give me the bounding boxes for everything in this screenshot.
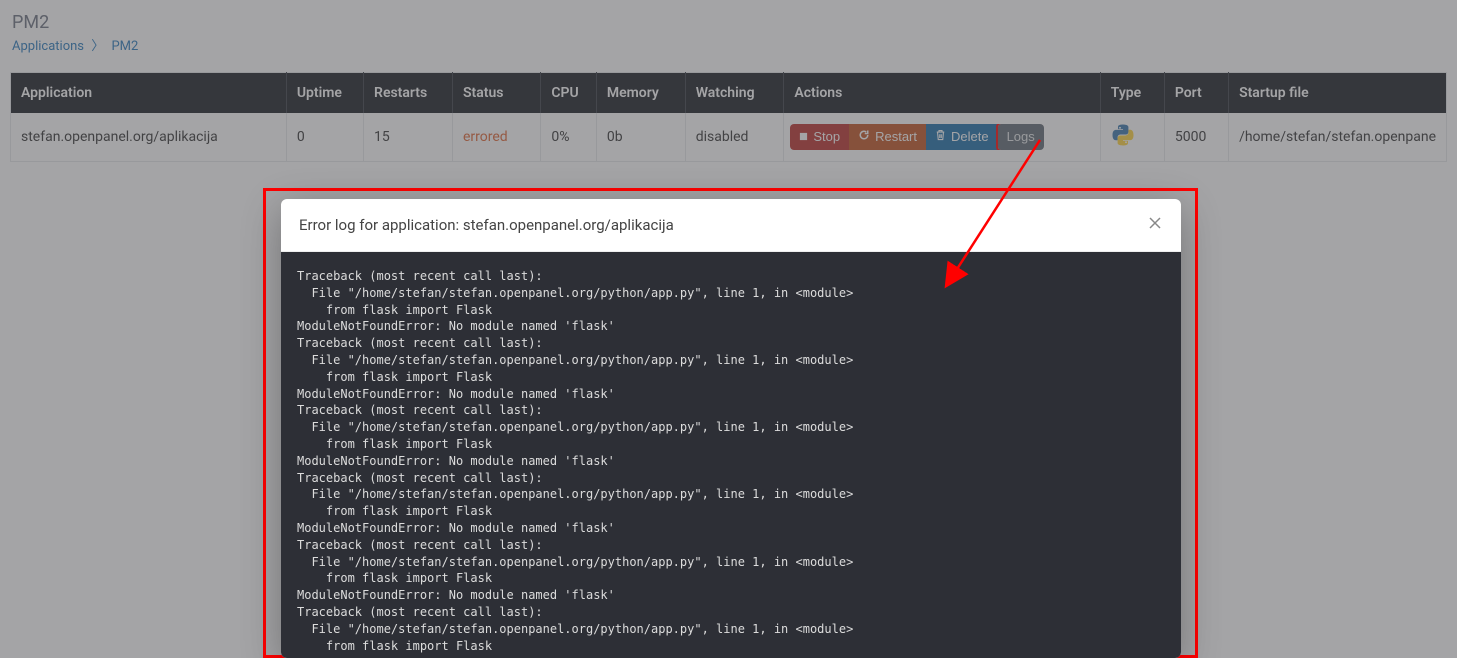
cell-application: stefan.openpanel.org/aplikacija — [11, 113, 287, 162]
page-title: PM2 — [12, 12, 1445, 33]
cell-uptime: 0 — [286, 113, 363, 162]
error-log-modal: Error log for application: stefan.openpa… — [281, 199, 1181, 658]
restart-button[interactable]: Restart — [849, 124, 926, 150]
cell-status: errored — [452, 113, 540, 162]
cell-watching: disabled — [685, 113, 784, 162]
cell-memory: 0b — [596, 113, 685, 162]
col-restarts: Restarts — [364, 73, 453, 114]
col-application: Application — [11, 73, 287, 114]
col-actions: Actions — [784, 73, 1100, 114]
applications-table: Application Uptime Restarts Status CPU M… — [10, 72, 1447, 162]
restart-label: Restart — [875, 128, 917, 146]
stop-button[interactable]: Stop — [790, 124, 849, 150]
cell-startup: /home/stefan/stefan.openpane — [1229, 113, 1447, 162]
modal-title: Error log for application: stefan.openpa… — [299, 216, 674, 234]
col-startup: Startup file — [1229, 73, 1447, 114]
stop-label: Stop — [813, 128, 840, 146]
delete-button[interactable]: Delete — [926, 124, 998, 150]
logs-button[interactable]: Logs — [998, 124, 1044, 150]
python-icon — [1111, 123, 1135, 147]
cell-type — [1100, 113, 1164, 162]
breadcrumb: Applications 〉 PM2 — [12, 35, 1445, 54]
modal-header: Error log for application: stefan.openpa… — [281, 199, 1181, 252]
col-type: Type — [1100, 73, 1164, 114]
table-header-row: Application Uptime Restarts Status CPU M… — [11, 73, 1447, 114]
col-uptime: Uptime — [286, 73, 363, 114]
col-cpu: CPU — [541, 73, 596, 114]
delete-label: Delete — [951, 128, 989, 146]
modal-close-button[interactable] — [1147, 215, 1163, 235]
col-status: Status — [452, 73, 540, 114]
logs-label: Logs — [1007, 128, 1035, 146]
trash-icon — [935, 128, 946, 146]
restart-icon — [858, 128, 870, 146]
breadcrumb-root[interactable]: Applications — [12, 39, 84, 54]
cell-cpu: 0% — [541, 113, 596, 162]
col-watching: Watching — [685, 73, 784, 114]
stop-icon — [799, 128, 808, 146]
cell-port: 5000 — [1164, 113, 1228, 162]
cell-restarts: 15 — [364, 113, 453, 162]
breadcrumb-current[interactable]: PM2 — [111, 39, 138, 54]
modal-log-body: Traceback (most recent call last): File … — [281, 252, 1181, 658]
breadcrumb-separator-icon: 〉 — [91, 39, 104, 54]
col-port: Port — [1164, 73, 1228, 114]
close-icon — [1147, 214, 1163, 236]
cell-actions: Stop Restart — [784, 113, 1100, 162]
col-memory: Memory — [596, 73, 685, 114]
table-row: stefan.openpanel.org/aplikacija 0 15 err… — [11, 113, 1447, 162]
